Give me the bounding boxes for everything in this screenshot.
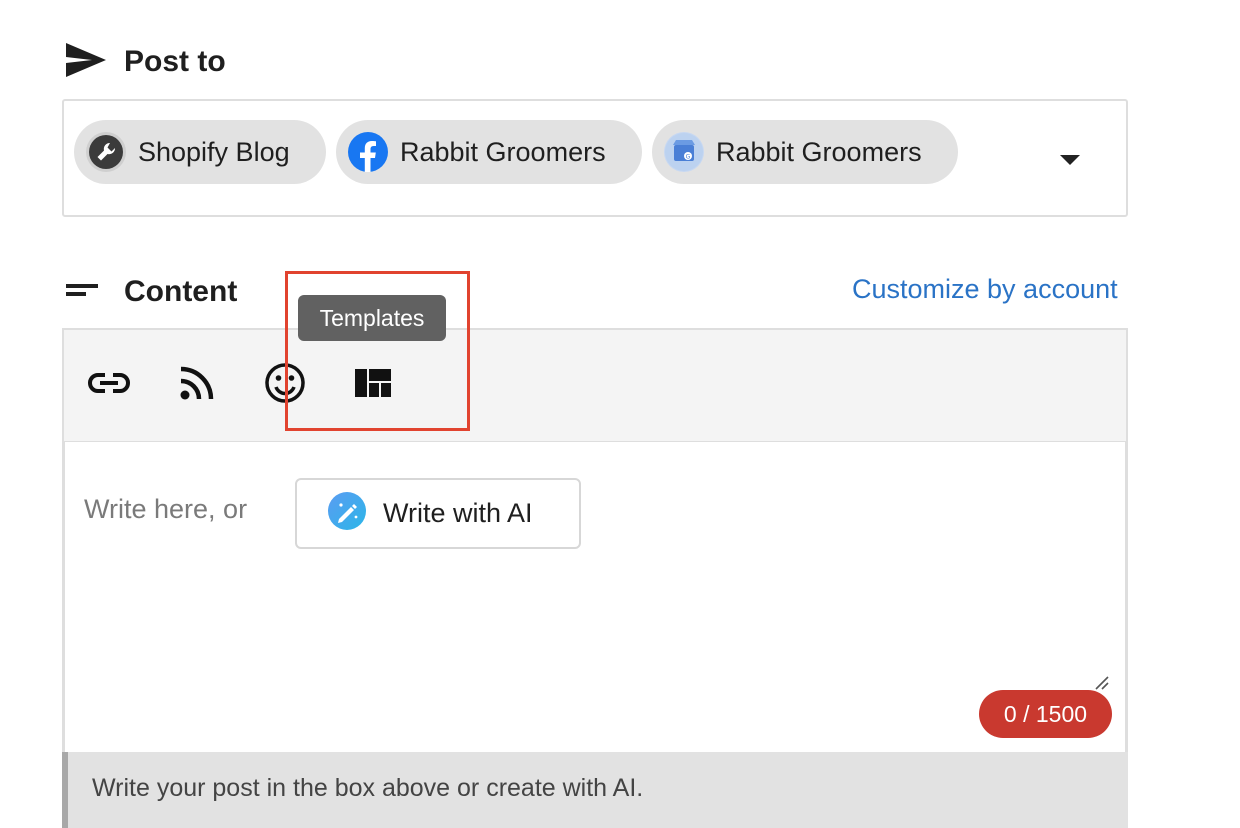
google-business-icon: G [664, 132, 704, 172]
account-label: Shopify Blog [138, 136, 290, 167]
post-to-heading: Post to [64, 40, 226, 84]
send-icon [64, 41, 108, 84]
write-with-ai-button[interactable]: Write with AI [295, 478, 581, 549]
content-title: Content [124, 275, 238, 308]
account-chip-rabbit-groomers-google[interactable]: G Rabbit Groomers [652, 120, 958, 184]
templates-tooltip: Templates [298, 295, 446, 341]
templates-icon [354, 368, 392, 403]
editor-hint-text: Write your post in the box above or crea… [92, 774, 644, 802]
rss-feed-button[interactable] [172, 360, 222, 410]
short-text-icon [64, 280, 100, 305]
svg-text:G: G [686, 154, 691, 161]
magic-pen-icon [327, 491, 367, 536]
editor-hint-bar: Write your post in the box above or crea… [62, 752, 1128, 828]
post-editor[interactable]: Write here, or Write with AI 0 / 1500 [62, 442, 1128, 752]
account-chip-rabbit-groomers-facebook[interactable]: Rabbit Groomers [336, 120, 642, 184]
account-label: Rabbit Groomers [400, 136, 606, 167]
emoji-button[interactable] [260, 360, 310, 410]
account-selector[interactable]: Shopify Blog Rabbit Groomers G Rabbit Gr… [62, 99, 1128, 217]
rss-icon [179, 365, 215, 406]
account-chip-shopify-blog[interactable]: Shopify Blog [74, 120, 326, 184]
resize-handle-icon[interactable] [1093, 674, 1109, 690]
templates-button[interactable] [348, 360, 398, 410]
editor-placeholder: Write here, or [84, 494, 248, 524]
character-counter: 0 / 1500 [979, 690, 1112, 738]
facebook-icon [348, 132, 388, 172]
emoji-icon [264, 362, 306, 409]
customize-by-account-link[interactable]: Customize by account [852, 274, 1118, 305]
content-heading: Content [64, 270, 237, 314]
insert-link-button[interactable] [84, 360, 134, 410]
editor-toolbar [62, 328, 1128, 443]
account-label: Rabbit Groomers [716, 136, 922, 167]
link-icon [87, 371, 131, 400]
write-with-ai-label: Write with AI [383, 498, 533, 528]
post-to-title: Post to [124, 45, 226, 78]
chevron-down-icon[interactable] [1060, 155, 1080, 165]
shopify-wrench-icon [86, 132, 126, 172]
